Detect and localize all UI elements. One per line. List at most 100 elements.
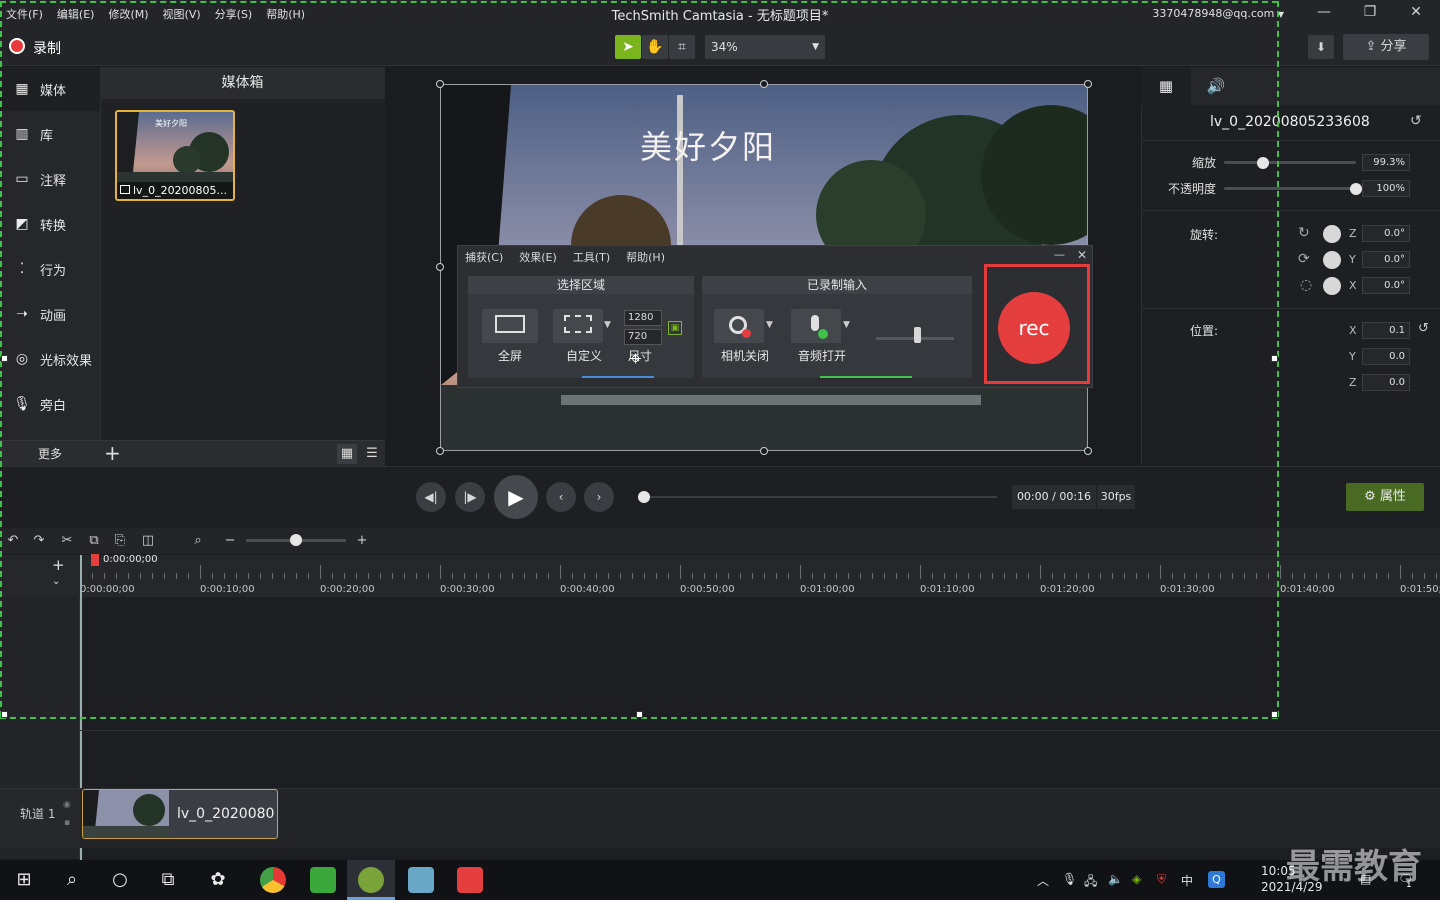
- notes-app-icon[interactable]: [408, 867, 434, 893]
- timeline-zoom-knob[interactable]: [290, 534, 302, 546]
- close-button[interactable]: ✕: [1393, 4, 1439, 20]
- zoom-select[interactable]: 34% ▼: [705, 35, 825, 59]
- crosshair-icon[interactable]: ⌖: [630, 346, 641, 370]
- list-view-icon[interactable]: ☰: [362, 444, 382, 464]
- audio-properties-tab[interactable]: 🔊: [1191, 67, 1241, 105]
- resize-handle[interactable]: [436, 80, 444, 88]
- opacity-slider[interactable]: [1224, 187, 1356, 190]
- task-view-icon[interactable]: ⧉: [144, 862, 192, 898]
- camtasia-green-icon[interactable]: [310, 867, 336, 893]
- sidebar-item-media[interactable]: ▦ 媒体: [0, 67, 100, 111]
- height-input[interactable]: 720: [624, 329, 662, 345]
- recorder-menu-capture[interactable]: 捕获(C): [465, 249, 503, 265]
- pinwheel-app-icon[interactable]: ✿: [194, 862, 242, 898]
- resize-handle[interactable]: [760, 447, 768, 455]
- zoom-in-icon[interactable]: +: [352, 531, 372, 551]
- ime-indicator[interactable]: 中: [1181, 872, 1193, 889]
- account-menu[interactable]: 3370478948@qq.com ▼: [1152, 7, 1284, 20]
- sidebar-item-transitions[interactable]: ◩ 转换: [0, 202, 100, 246]
- nvidia-icon[interactable]: ◈: [1132, 872, 1141, 886]
- camtasia-recorder-icon[interactable]: [457, 867, 483, 893]
- rotation-z-dial[interactable]: [1323, 225, 1341, 243]
- rotation-z-input[interactable]: 0.0°: [1362, 225, 1410, 242]
- recorder-minimize-button[interactable]: —: [1054, 248, 1065, 261]
- camera-toggle-button[interactable]: [714, 309, 764, 343]
- position-x-input[interactable]: 0.1: [1362, 322, 1410, 339]
- cut-icon[interactable]: ✂: [57, 531, 77, 551]
- zoom-out-icon[interactable]: −: [220, 531, 240, 551]
- chevron-down-icon[interactable]: ▼: [604, 320, 611, 330]
- rotation-x-input[interactable]: 0.0°: [1362, 277, 1410, 294]
- show-hidden-icons[interactable]: ︿: [1037, 872, 1049, 889]
- visual-properties-tab[interactable]: ▦: [1141, 67, 1191, 105]
- watermelon-app-icon[interactable]: [358, 867, 384, 893]
- position-z-input[interactable]: 0.0: [1362, 374, 1410, 391]
- scrubber-knob[interactable]: [638, 491, 650, 503]
- capture-region-handle[interactable]: [1, 355, 8, 362]
- opacity-slider-knob[interactable]: [1350, 183, 1362, 195]
- sidebar-item-animations[interactable]: ➝ 动画: [0, 292, 100, 336]
- volume-icon[interactable]: 🔈: [1108, 872, 1123, 886]
- security-shield-icon[interactable]: ⛨: [1157, 872, 1166, 887]
- capture-region-handle[interactable]: [1, 711, 8, 718]
- add-track-icon[interactable]: +: [52, 556, 65, 574]
- chevron-down-icon[interactable]: ▼: [766, 320, 773, 330]
- sidebar-item-library[interactable]: ▥ 库: [0, 112, 100, 156]
- previous-clip-button[interactable]: ‹: [546, 482, 576, 512]
- restore-button[interactable]: ❐: [1347, 4, 1393, 20]
- resize-handle[interactable]: [436, 263, 444, 271]
- track-1-row[interactable]: [80, 788, 1440, 848]
- rec-button[interactable]: rec: [998, 292, 1070, 364]
- capture-region-handle[interactable]: [636, 711, 643, 718]
- recorder-menu-help[interactable]: 帮助(H): [626, 249, 665, 265]
- custom-area-button[interactable]: [553, 309, 603, 343]
- scale-input[interactable]: 99.3%: [1362, 154, 1410, 171]
- timeline-ruler[interactable]: [80, 555, 1440, 597]
- cortana-icon[interactable]: ○: [96, 862, 144, 898]
- pan-tool-button[interactable]: ✋: [642, 35, 668, 59]
- scale-slider[interactable]: [1224, 161, 1356, 164]
- split-icon[interactable]: ◫: [138, 531, 158, 551]
- step-back-button[interactable]: ◀|: [416, 482, 446, 512]
- position-y-input[interactable]: 0.0: [1362, 348, 1410, 365]
- recorder-close-button[interactable]: ✕: [1077, 248, 1087, 262]
- search-icon[interactable]: ⌕: [188, 531, 208, 551]
- width-input[interactable]: 1280: [624, 310, 662, 326]
- eye-icon[interactable]: ◉: [63, 800, 71, 810]
- lock-icon[interactable]: ▣: [668, 321, 682, 335]
- rotation-x-dial[interactable]: [1323, 277, 1341, 295]
- record-button[interactable]: 录制: [33, 38, 61, 58]
- share-button[interactable]: ⇪ 分享: [1343, 34, 1429, 60]
- grid-view-icon[interactable]: ▦: [337, 444, 357, 464]
- microphone-icon[interactable]: 🎙: [1062, 872, 1077, 886]
- chevron-down-icon[interactable]: ⌄: [52, 576, 60, 587]
- step-forward-button[interactable]: |▶: [455, 482, 485, 512]
- search-icon[interactable]: ⌕: [48, 862, 96, 898]
- audio-toggle-button[interactable]: [791, 309, 841, 343]
- network-icon[interactable]: 🖧: [1084, 872, 1097, 893]
- chevron-down-icon[interactable]: ▼: [843, 320, 850, 330]
- opacity-input[interactable]: 100%: [1362, 180, 1410, 197]
- add-icon[interactable]: +: [104, 441, 121, 465]
- rotation-y-dial[interactable]: [1323, 251, 1341, 269]
- sidebar-item-annotations[interactable]: ▭ 注释: [0, 157, 100, 201]
- resize-handle[interactable]: [1084, 447, 1092, 455]
- resize-handle[interactable]: [1084, 80, 1092, 88]
- lock-icon[interactable]: ▪: [64, 818, 70, 828]
- sidebar-item-cursor-effects[interactable]: ◎ 光标效果: [0, 337, 100, 381]
- rotation-y-input[interactable]: 0.0°: [1362, 251, 1410, 268]
- fullscreen-button[interactable]: [482, 309, 538, 343]
- volume-slider-knob[interactable]: [914, 327, 921, 343]
- redo-icon[interactable]: ↷: [29, 531, 49, 551]
- play-button[interactable]: ▶: [494, 475, 538, 519]
- paste-icon[interactable]: ⎘: [110, 531, 130, 551]
- sidebar-item-behaviors[interactable]: ⁚ 行为: [0, 247, 100, 291]
- more-button[interactable]: 更多: [38, 445, 62, 462]
- minimize-button[interactable]: —: [1301, 4, 1347, 20]
- scale-slider-knob[interactable]: [1256, 157, 1269, 169]
- undo-icon[interactable]: ↶: [3, 531, 23, 551]
- capture-region-handle[interactable]: [1271, 355, 1278, 362]
- select-tool-button[interactable]: ➤: [615, 35, 641, 59]
- properties-button[interactable]: ⚙ 属性: [1346, 483, 1424, 511]
- media-thumbnail[interactable]: 美好夕阳 lv_0_20200805...: [115, 110, 235, 201]
